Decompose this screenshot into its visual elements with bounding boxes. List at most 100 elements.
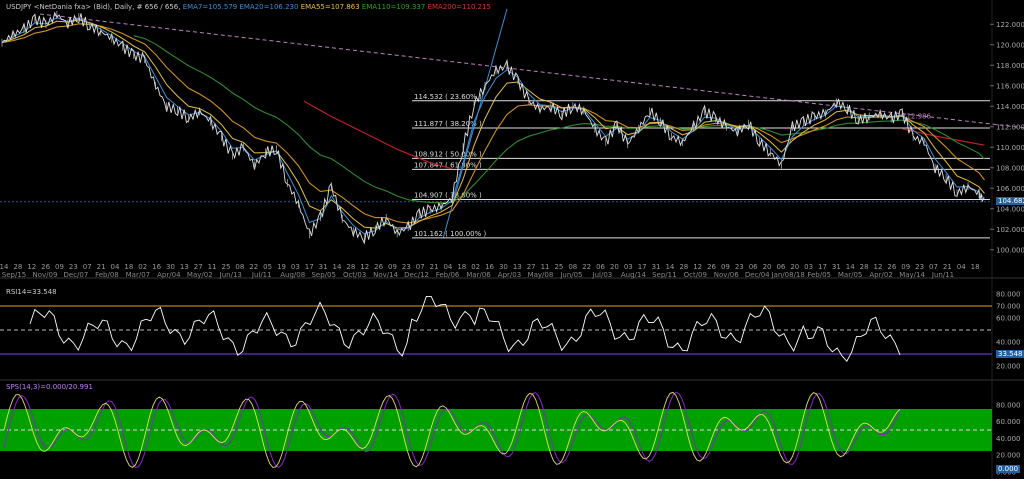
stoch-y-tick-label: 60.000: [996, 418, 1021, 426]
x-month-label: Feb/05: [807, 271, 831, 279]
stoch-y-tick-label: 20.000: [996, 452, 1021, 460]
x-tick-label: 31: [652, 263, 661, 271]
x-month-label: Oct/03: [343, 271, 366, 279]
x-month-label: Oct/09: [684, 271, 707, 279]
x-tick-label: 31: [832, 263, 841, 271]
x-tick-label: 12: [360, 263, 369, 271]
x-tick-label: 12: [693, 263, 702, 271]
rsi-last-tag: 33.548: [996, 350, 1024, 358]
x-month-label: Mar/05: [838, 271, 862, 279]
x-tick-label: 17: [818, 263, 827, 271]
x-tick-label: 26: [707, 263, 716, 271]
x-tick-label: 28: [860, 263, 869, 271]
x-tick-label: 28: [346, 263, 355, 271]
x-month-label: Nov/06: [714, 271, 739, 279]
x-tick-label: 17: [305, 263, 314, 271]
x-tick-label: 11: [541, 263, 550, 271]
x-tick-label: 28: [679, 263, 688, 271]
x-month-label: Jul/11: [251, 271, 272, 279]
x-tick-label: 20: [763, 263, 772, 271]
x-month-label: May/08: [528, 271, 554, 279]
last-price-tag: 104.682: [996, 197, 1024, 205]
ema55-line: [1, 23, 985, 224]
x-month-label: Dec/12: [404, 271, 429, 279]
x-tick-label: 04: [111, 263, 120, 271]
ema20-line: [1, 19, 985, 229]
x-tick-label: 17: [638, 263, 647, 271]
x-tick-label: 30: [499, 263, 508, 271]
chart-canvas[interactable]: 122.000120.000118.000116.000114.000112.0…: [0, 0, 1024, 479]
x-tick-label: 13: [180, 263, 189, 271]
x-tick-label: 11: [208, 263, 217, 271]
x-tick-label: 13: [513, 263, 522, 271]
x-month-label: Jan/08/18: [771, 271, 805, 279]
x-month-label: Nov/09: [32, 271, 57, 279]
x-month-label: Apr/04: [157, 271, 181, 279]
x-tick-label: 05: [263, 263, 272, 271]
x-tick-label: 03: [291, 263, 300, 271]
price-y-tick-label: 106.000: [996, 185, 1024, 193]
x-tick-label: 07: [83, 263, 92, 271]
x-tick-label: 26: [374, 263, 383, 271]
rsi-y-tick-label: 70.000: [996, 303, 1021, 311]
x-tick-label: 02: [138, 263, 147, 271]
x-tick-label: 20: [610, 263, 619, 271]
price-series: [1, 11, 984, 245]
ema110-line: [133, 35, 985, 204]
x-tick-label: 26: [887, 263, 896, 271]
price-y-tick-label: 114.000: [996, 103, 1024, 111]
x-month-label: Aug/08: [280, 271, 305, 279]
rsi-y-tick-label: 20.000: [996, 363, 1021, 371]
x-tick-label: 23: [69, 263, 78, 271]
fib-level-label: 114.532 ( 23.60% ): [414, 93, 482, 101]
x-tick-label: 22: [249, 263, 258, 271]
rsi-y-tick-label: 40.000: [996, 339, 1021, 347]
x-tick-label: 14: [332, 263, 341, 271]
x-tick-label: 23: [915, 263, 924, 271]
x-tick-label: 19: [277, 263, 286, 271]
x-month-label: Nov/14: [373, 271, 398, 279]
rsi-y-tick-label: 80.000: [996, 291, 1021, 299]
x-month-label: Jun/05: [559, 271, 582, 279]
x-tick-label: 25: [554, 263, 563, 271]
x-tick-label: 04: [957, 263, 966, 271]
x-tick-label: 22: [582, 263, 591, 271]
x-tick-label: 18: [124, 263, 133, 271]
x-tick-label: 26: [41, 263, 50, 271]
x-tick-label: 21: [943, 263, 952, 271]
x-month-label: Sep/05: [311, 271, 335, 279]
x-tick-label: 25: [222, 263, 231, 271]
price-y-tick-label: 122.000: [996, 21, 1024, 29]
x-tick-label: 28: [13, 263, 22, 271]
price-y-tick-label: 102.000: [996, 226, 1024, 234]
x-tick-label: 02: [471, 263, 480, 271]
x-tick-label: 04: [443, 263, 452, 271]
price-y-tick-label: 104.000: [996, 205, 1024, 213]
x-tick-label: 18: [457, 263, 466, 271]
fib-level-label: 101.162 ( 100.00% ): [414, 230, 486, 238]
x-tick-label: 30: [166, 263, 175, 271]
price-y-tick-label: 116.000: [996, 82, 1024, 90]
stoch-header: SPS(14,3)=0.000/20.991: [6, 383, 93, 391]
x-tick-label: 23: [735, 263, 744, 271]
x-month-label: May/14: [899, 271, 925, 279]
x-month-label: May/02: [187, 271, 213, 279]
x-tick-label: 16: [152, 263, 161, 271]
x-tick-label: 09: [55, 263, 64, 271]
x-month-label: Apr/02: [869, 271, 892, 279]
x-month-label: Dec/04: [745, 271, 770, 279]
x-month-label: Mar/06: [466, 271, 491, 279]
x-month-label: Jun/11: [931, 271, 954, 279]
x-month-label: Jul/03: [592, 271, 613, 279]
x-tick-label: 12: [874, 263, 883, 271]
x-tick-label: 06: [776, 263, 785, 271]
price-y-tick-label: 118.000: [996, 62, 1024, 70]
x-tick-label: 03: [624, 263, 633, 271]
x-tick-label: 20: [790, 263, 799, 271]
fib-level-label: 104.907 ( 78.60% ): [414, 191, 482, 199]
x-tick-label: 08: [235, 263, 244, 271]
price-y-tick-label: 100.000: [996, 246, 1024, 254]
x-tick-label: 12: [27, 263, 36, 271]
x-month-label: Aug/14: [621, 271, 646, 279]
rsi-y-tick-label: 60.000: [996, 315, 1021, 323]
